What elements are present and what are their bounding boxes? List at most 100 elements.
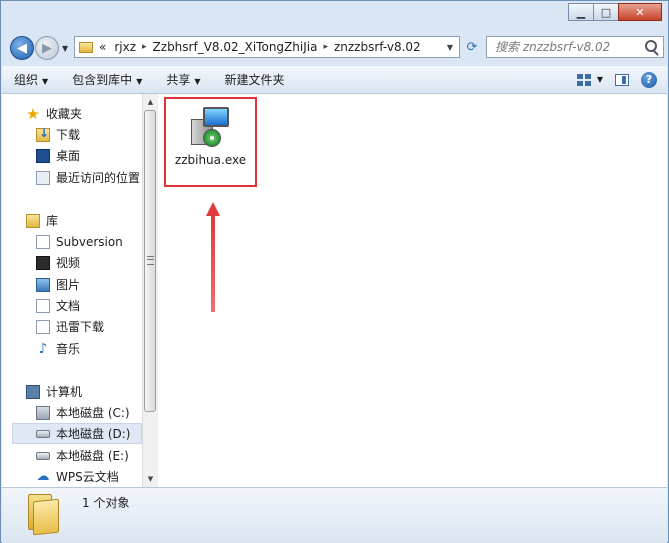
breadcrumb-overflow[interactable]: «: [99, 40, 106, 54]
nav-favorites[interactable]: ★ 收藏夹: [26, 103, 142, 124]
search-input[interactable]: 搜索 znzzbsrf-v8.02: [486, 36, 664, 58]
forward-button[interactable]: ▶: [35, 36, 59, 60]
drive-icon: [36, 429, 50, 438]
nav-libraries[interactable]: 库: [26, 210, 142, 231]
close-button[interactable]: ✕: [618, 3, 662, 21]
installer-exe-icon: [189, 107, 233, 147]
explorer-window: ▁ □ ✕ ◀ ▶ ▼ « rjxz ▸ Zzbhsrf_V8.02_XiTon…: [0, 0, 669, 543]
folder-icon: [79, 41, 93, 53]
recent-places-icon: [36, 170, 50, 185]
nav-label: 图片: [56, 278, 81, 292]
include-in-library-button[interactable]: 包含到库中 ▼: [60, 71, 154, 88]
file-name-label: zzbihua.exe: [174, 153, 247, 167]
refresh-button[interactable]: ⟳: [461, 36, 483, 58]
organize-label: 组织: [14, 73, 39, 87]
view-icon: [576, 73, 591, 86]
change-view-button[interactable]: ▼: [576, 73, 603, 86]
library-doc-icon: [36, 234, 50, 249]
nav-downloads[interactable]: 下载: [36, 124, 142, 145]
nav-label: 本地磁盘 (E:): [56, 449, 129, 463]
nav-subversion[interactable]: Subversion: [36, 231, 142, 252]
system-drive-icon: [36, 405, 50, 420]
file-item-exe[interactable]: zzbihua.exe: [164, 97, 257, 187]
nav-label: 计算机: [46, 385, 83, 399]
annotation-up-arrow-icon: [206, 202, 220, 312]
nav-drive-d[interactable]: 本地磁盘 (D:): [12, 423, 142, 444]
cloud-icon: ☁: [36, 468, 50, 484]
nav-label: 收藏夹: [46, 107, 83, 121]
nav-desktop[interactable]: 桌面: [36, 145, 142, 166]
nav-documents[interactable]: 文档: [36, 295, 142, 316]
breadcrumb-zzbhsrf[interactable]: Zzbhsrf_V8.02_XiTongZhiJia: [153, 40, 318, 54]
nav-label: 音乐: [56, 342, 81, 356]
help-icon[interactable]: ?: [641, 71, 657, 88]
navigation-pane: ★ 收藏夹 下载 桌面 最近访问的位置 库 Subversion 视频 图片 文档…: [2, 94, 142, 487]
nav-drive-e[interactable]: 本地磁盘 (E:): [36, 445, 142, 466]
item-count: 1 个对象: [82, 496, 130, 510]
nav-label: 库: [46, 214, 59, 228]
nav-recent-places[interactable]: 最近访问的位置: [36, 167, 142, 188]
nav-label: Subversion: [56, 234, 123, 249]
address-bar[interactable]: « rjxz ▸ Zzbhsrf_V8.02_XiTongZhiJia ▸ zn…: [74, 36, 460, 58]
breadcrumb-separator-icon[interactable]: ▸: [323, 42, 328, 52]
nav-label: 本地磁盘 (D:): [56, 427, 131, 441]
refresh-icon: ⟳: [466, 39, 478, 55]
nav-videos[interactable]: 视频: [36, 252, 142, 273]
maximize-button[interactable]: □: [593, 3, 619, 21]
preview-pane-icon[interactable]: [615, 73, 629, 86]
file-list: zzbihua.exe: [158, 94, 667, 487]
search-icon[interactable]: [645, 40, 657, 52]
music-icon: ♪: [38, 340, 48, 357]
toolbar-right-group: ▼ ?: [576, 71, 657, 88]
back-arrow-icon: ◀: [17, 40, 27, 56]
back-button[interactable]: ◀: [10, 36, 34, 60]
disc-icon: [203, 129, 221, 147]
breadcrumb-separator-icon[interactable]: ▸: [142, 42, 147, 52]
nav-computer[interactable]: 计算机: [26, 381, 142, 402]
scroll-down-button[interactable]: ▼: [143, 472, 158, 486]
new-folder-button[interactable]: 新建文件夹: [213, 71, 297, 88]
nav-label: 迅雷下载: [56, 320, 105, 334]
address-dropdown-icon[interactable]: ▼: [447, 43, 453, 52]
arrow-shaft: [211, 215, 215, 312]
nav-music[interactable]: ♪ 音乐: [36, 338, 142, 359]
drive-icon: [36, 451, 50, 460]
star-icon: ★: [26, 104, 40, 123]
share-label: 共享: [166, 73, 191, 87]
organize-button[interactable]: 组织 ▼: [2, 71, 60, 88]
scroll-thumb[interactable]: [144, 110, 156, 412]
details-pane: 1 个对象: [2, 487, 667, 543]
video-icon: [36, 255, 50, 270]
nav-label: 本地磁盘 (C:): [56, 406, 130, 420]
arrow-head: [206, 202, 220, 216]
scroll-up-button[interactable]: ▲: [143, 95, 158, 109]
computer-icon: [26, 384, 40, 399]
minimize-button[interactable]: ▁: [568, 3, 594, 21]
chevron-down-icon: ▼: [136, 77, 143, 86]
monitor-icon: [203, 107, 229, 127]
grip-icon: [147, 256, 154, 265]
nav-thunder-downloads[interactable]: 迅雷下载: [36, 316, 142, 337]
include-in-library-label: 包含到库中: [72, 73, 133, 87]
breadcrumb-rjxz[interactable]: rjxz: [114, 40, 136, 54]
chevron-down-icon: ▼: [42, 77, 49, 86]
nav-label: 视频: [56, 256, 81, 270]
search-placeholder: 搜索 znzzbsrf-v8.02: [495, 40, 611, 54]
command-toolbar: 组织 ▼ 包含到库中 ▼ 共享 ▼ 新建文件夹 ▼ ?: [2, 66, 667, 94]
window-caption-buttons: ▁ □ ✕: [568, 3, 662, 21]
folder-icon: [28, 494, 60, 536]
breadcrumb-znzzbsrf[interactable]: znzzbsrf-v8.02: [334, 40, 421, 54]
share-button[interactable]: 共享 ▼: [154, 71, 212, 88]
nav-label: 下载: [56, 128, 81, 142]
downloads-folder-icon: [36, 126, 50, 142]
nav-label: 最近访问的位置: [56, 171, 141, 185]
documents-icon: [36, 298, 50, 313]
library-icon: [26, 213, 40, 228]
nav-pictures[interactable]: 图片: [36, 274, 142, 295]
chevron-down-icon: ▼: [596, 75, 603, 84]
recent-pages-dropdown[interactable]: ▼: [62, 44, 68, 53]
nav-wps-cloud[interactable]: ☁ WPS云文档: [36, 466, 142, 487]
nav-label: 文档: [56, 299, 81, 313]
nav-drive-c[interactable]: 本地磁盘 (C:): [36, 402, 142, 423]
nav-scrollbar[interactable]: ▲ ▼: [142, 94, 158, 487]
